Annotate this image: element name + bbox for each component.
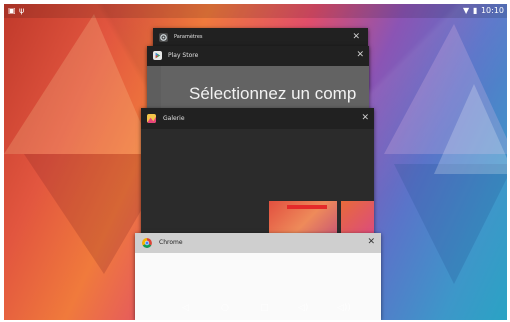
close-icon[interactable]: ✕ bbox=[361, 114, 369, 123]
signal-icon: ▼ bbox=[463, 6, 470, 15]
android-screen: ▣ ψ ▼ ▮ 10:10 Paramètres ✕ Play Store ✕ bbox=[4, 4, 507, 320]
card-title: Play Store bbox=[168, 52, 199, 59]
card-header: Chrome ✕ bbox=[135, 233, 381, 253]
wallpaper-facet bbox=[394, 164, 507, 284]
card-header: Galerie ✕ bbox=[141, 108, 374, 129]
card-header: Play Store ✕ bbox=[147, 46, 369, 66]
battery-icon: ▮ bbox=[473, 6, 478, 15]
selection-bar bbox=[287, 205, 327, 209]
recents-icon[interactable]: □ bbox=[260, 304, 269, 313]
home-icon[interactable]: ○ bbox=[221, 304, 229, 313]
close-icon[interactable]: ✕ bbox=[367, 238, 375, 247]
close-icon[interactable]: ✕ bbox=[356, 51, 364, 60]
recent-card-gallery[interactable]: Galerie ✕ bbox=[141, 108, 374, 248]
play-store-icon bbox=[153, 51, 162, 60]
card-header: Paramètres ✕ bbox=[153, 28, 368, 48]
settings-icon bbox=[159, 33, 168, 42]
setup-heading: Sélectionnez un comp bbox=[189, 84, 357, 103]
volume-up-icon[interactable]: ◁)) bbox=[337, 304, 351, 313]
status-bar: ▣ ψ ▼ ▮ 10:10 bbox=[4, 4, 507, 18]
wallpaper-facet bbox=[434, 84, 507, 174]
back-icon[interactable]: ◁ bbox=[182, 304, 189, 313]
wallpaper-facet bbox=[4, 14, 154, 154]
volume-down-icon[interactable]: ◁) bbox=[298, 304, 308, 313]
chrome-icon bbox=[142, 238, 152, 248]
card-title: Chrome bbox=[159, 239, 183, 246]
navigation-bar: ◁ ○ □ ◁) ◁)) bbox=[4, 298, 507, 320]
gallery-icon bbox=[147, 114, 156, 123]
notification-icon: ▣ bbox=[8, 6, 16, 15]
card-title: Galerie bbox=[163, 115, 185, 122]
usb-icon: ψ bbox=[19, 6, 25, 15]
clock: 10:10 bbox=[480, 6, 504, 15]
card-title: Paramètres bbox=[174, 34, 203, 40]
close-icon[interactable]: ✕ bbox=[352, 33, 360, 42]
